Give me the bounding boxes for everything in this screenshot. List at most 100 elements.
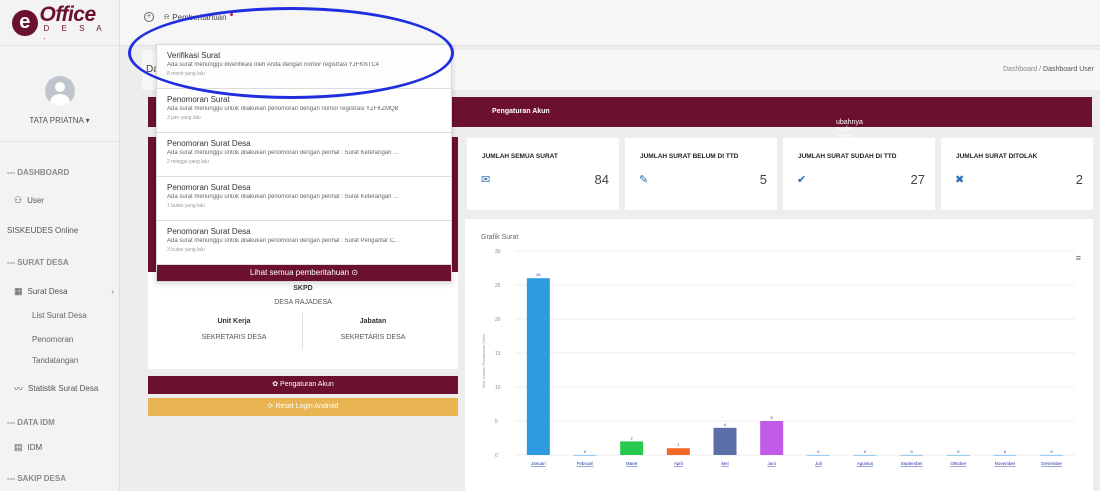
jabatan-value: SEKRETARIS DESA <box>340 334 406 341</box>
check-icon: ✔ <box>797 174 807 186</box>
y-tick-label: 0 <box>495 453 498 459</box>
bar-chart: 051015202530Total Jumlah Pembuatan Surat… <box>481 249 1075 466</box>
notification-item[interactable]: Penomoran Surat Desa Ada surat menunggu u… <box>157 221 451 265</box>
bell-icon: ⍾ <box>164 12 170 21</box>
sidebar-item-idm[interactable]: ▤ IDM <box>14 442 42 453</box>
sidebar-item-statistik[interactable]: 〰 Statistik Surat Desa <box>14 382 98 395</box>
stat-card-signed: JUMLAH SURAT SUDAH DI TTD ✔ 27 <box>783 138 935 210</box>
y-axis-label: Total Jumlah Pembuatan Surat <box>481 333 486 389</box>
stat-card-unsigned: JUMLAH SURAT BELUM DI TTD ✎ 5 <box>625 138 777 210</box>
notification-list: Verifikasi Surat Ada surat menunggu diver… <box>157 45 451 265</box>
notification-body: Ada surat menunggu diverifikasi oleh And… <box>167 62 380 68</box>
notification-dropdown: Verifikasi Surat Ada surat menunggu diver… <box>156 44 452 282</box>
notification-body: Ada surat menunggu untuk dilakukan penom… <box>167 150 399 156</box>
user-menu[interactable]: TATA PRIATNA ▾ <box>29 116 89 125</box>
sidebar-item-user[interactable]: ⚇ User <box>14 195 44 206</box>
y-tick-label: 5 <box>495 419 498 425</box>
notification-title: Penomoran Surat Desa <box>167 183 251 192</box>
notification-item[interactable]: Penomoran Surat Desa Ada surat menunggu u… <box>157 133 451 177</box>
notification-time: 3 bulan yang lalu <box>167 247 205 253</box>
sidebar-toggle-icon[interactable]: + <box>144 12 154 22</box>
data-label: 0 <box>957 449 960 454</box>
y-tick-label: 30 <box>495 249 501 255</box>
stat-value: 2 <box>1075 172 1083 187</box>
notification-time: 1 bulan yang lalu <box>167 203 205 209</box>
notification-title: Penomoran Surat Desa <box>167 227 251 236</box>
user-profile: TATA PRIATNA ▾ <box>0 46 119 142</box>
x-tick-label: Februari <box>577 461 594 466</box>
notification-button[interactable]: ⍾ Pemberitahuan <box>164 12 233 22</box>
x-tick-label: Agustus <box>857 461 874 466</box>
calendar-icon: ▦ <box>14 286 23 296</box>
bar <box>573 455 597 456</box>
avatar <box>44 76 75 106</box>
bar <box>526 278 550 455</box>
sidebar-item-label: User <box>27 196 44 205</box>
unit-kerja-label: Unit Kerja <box>217 318 251 325</box>
y-tick-label: 15 <box>495 351 501 357</box>
jabatan-label: Jabatan <box>359 318 387 325</box>
account-settings-button[interactable]: ✿ Pengaturan Akun <box>148 376 458 394</box>
user-icon: ⚇ <box>14 195 23 205</box>
sidebar-item-penomoran[interactable]: Penomoran <box>32 335 73 344</box>
x-tick-label: Oktober <box>950 461 967 466</box>
chart-line-icon: 〰 <box>14 384 24 394</box>
bar <box>713 427 737 455</box>
logo-sub: D E S A . <box>43 24 107 41</box>
notification-item[interactable]: Penomoran Surat Desa Ada surat menunggu u… <box>157 177 451 221</box>
x-tick-label: Mei <box>721 461 728 466</box>
stat-title: JUMLAH SURAT BELUM DI TTD <box>640 153 739 160</box>
stat-card-total: JUMLAH SEMUA SURAT ✉ 84 <box>467 138 619 210</box>
stat-card-rejected: JUMLAH SURAT DITOLAK ✖ 2 <box>941 138 1093 210</box>
chevron-right-icon: › <box>111 287 114 296</box>
stat-title: JUMLAH SEMUA SURAT <box>482 153 558 160</box>
breadcrumb-current: Dashboard User <box>1043 66 1094 73</box>
logo-name: Office <box>39 3 97 26</box>
notification-time: 3 jam yang lalu <box>167 115 201 121</box>
stat-title: JUMLAH SURAT DITOLAK <box>956 153 1038 160</box>
stat-value: 27 <box>910 172 925 187</box>
y-tick-label: 20 <box>495 317 501 323</box>
breadcrumb-root[interactable]: Dashboard / <box>1003 66 1041 73</box>
skpd-value: DESA RAJADESA <box>274 299 332 306</box>
reset-login-button[interactable]: ⟳ Reset Login Android <box>148 398 458 416</box>
x-icon: ✖ <box>955 174 965 186</box>
sidebar-item-siskeudes[interactable]: SISKEUDES Online <box>7 226 78 235</box>
bar <box>900 455 924 456</box>
bar <box>946 455 970 456</box>
sidebar-item-label: SISKEUDES Online <box>7 226 79 235</box>
topbar: + ⍾ Pemberitahuan <box>120 0 1100 46</box>
data-label: 26 <box>536 272 541 277</box>
notification-time: 2 minggu yang lalu <box>167 159 209 165</box>
sidebar-item-list-surat[interactable]: List Surat Desa <box>32 311 87 320</box>
sidebar-item-tandatangan[interactable]: Tandatangan <box>32 356 78 365</box>
notification-label: Pemberitahuan <box>172 12 227 22</box>
x-tick-label: Maret <box>626 461 638 466</box>
x-tick-label: Juni <box>768 461 776 466</box>
x-tick-label: April <box>674 461 683 466</box>
bar <box>760 421 784 455</box>
data-label: 5 <box>771 415 774 420</box>
y-tick-label: 25 <box>495 283 501 289</box>
data-label: 0 <box>911 449 914 454</box>
see-all-notifications-button[interactable]: Lihat semua pemberitahuan ⊙ <box>157 265 451 281</box>
data-label: 0 <box>1051 449 1054 454</box>
notification-item[interactable]: Penomoran Surat Ada surat menunggu untuk … <box>157 89 451 133</box>
bar <box>1040 455 1064 456</box>
stat-value: 84 <box>594 172 609 187</box>
notification-body: Ada surat menunggu untuk dilakukan penom… <box>167 106 399 112</box>
x-tick-label: Juli <box>815 461 822 466</box>
sidebar-item-surat-desa[interactable]: ▦ Surat Desa › <box>14 286 114 297</box>
alert-link[interactable]: Pengaturan Akun <box>492 108 550 115</box>
notification-item[interactable]: Verifikasi Surat Ada surat menunggu diver… <box>157 45 451 89</box>
x-tick-label: Desember <box>1041 461 1062 466</box>
alert-text: ubahnya pada menu <box>836 119 863 140</box>
data-label: 1 <box>677 442 680 447</box>
notification-dot <box>229 12 233 16</box>
sidebar-item-label: IDM <box>27 443 43 452</box>
bar <box>666 448 690 455</box>
breadcrumb: Dashboard / Dashboard User <box>1003 66 1094 73</box>
x-tick-label: November <box>995 461 1016 466</box>
chart-card: Grafik Surat ≡ 0 5 10 15 20 25 30 Total Jumlah … <box>465 219 1093 491</box>
app-logo[interactable]: e Office D E S A . <box>0 0 119 46</box>
